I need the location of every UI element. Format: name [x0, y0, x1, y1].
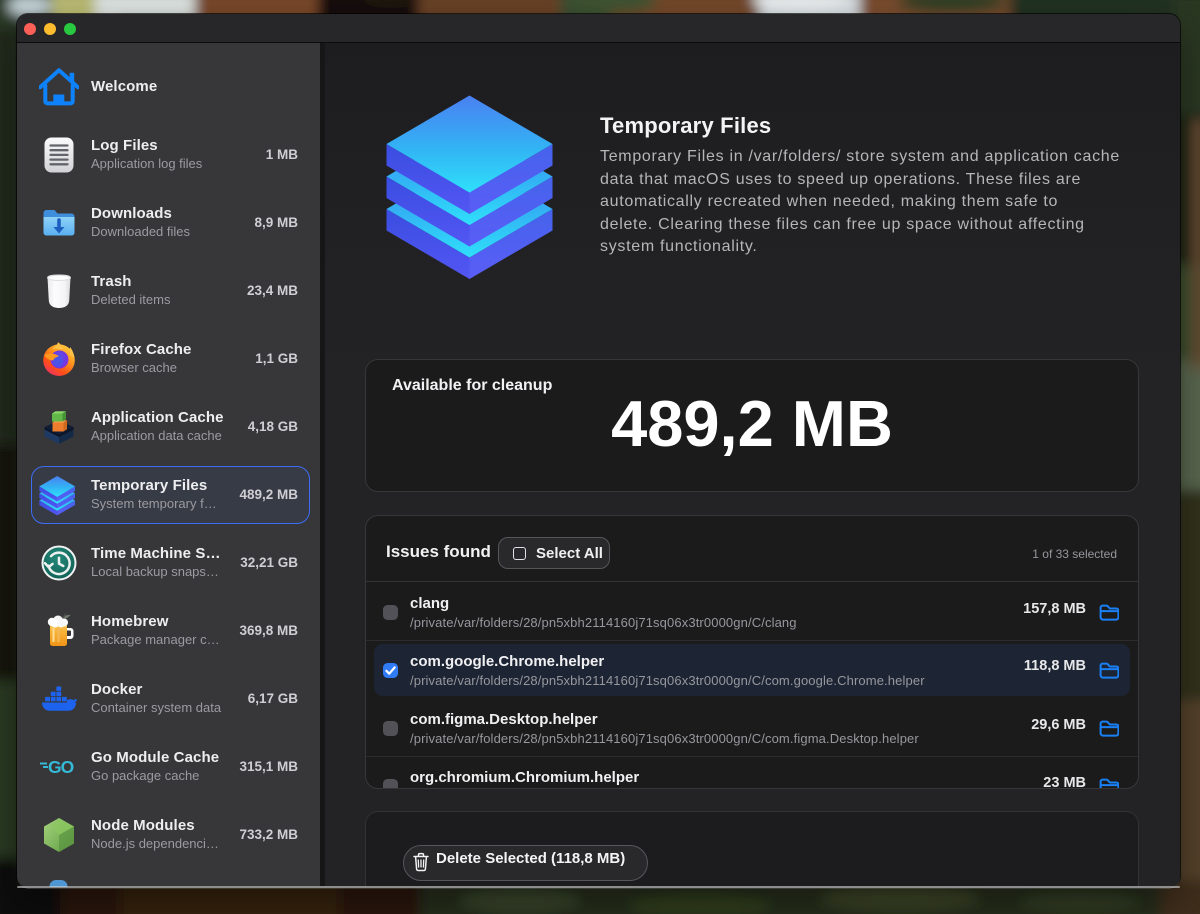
svg-text:GO: GO — [48, 757, 74, 777]
